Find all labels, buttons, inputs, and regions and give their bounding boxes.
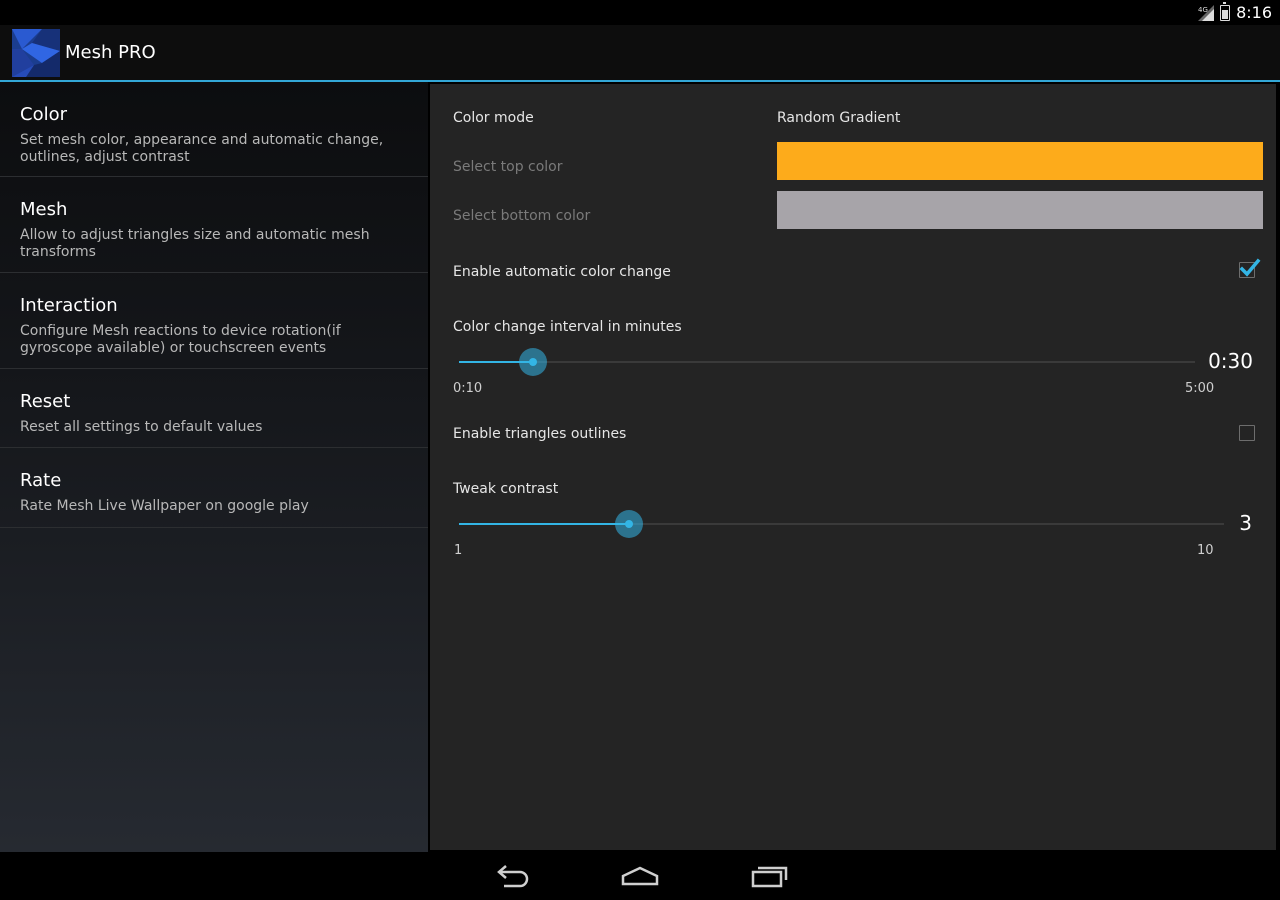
signal-icon: 4G (1198, 4, 1215, 21)
header-item-reset[interactable]: Reset Reset all settings to default valu… (0, 369, 428, 448)
home-icon[interactable] (620, 862, 660, 890)
action-bar: Mesh PRO (0, 25, 1280, 82)
bottom-color-label: Select bottom color (453, 208, 591, 224)
contrast-slider-thumb[interactable] (615, 510, 643, 538)
battery-icon (1220, 1, 1231, 21)
bottom-color-swatch[interactable] (777, 191, 1263, 229)
checkmark-icon (1239, 258, 1261, 277)
header-title: Reset (20, 391, 71, 412)
app-title: Mesh PRO (65, 42, 156, 63)
header-title: Interaction (20, 295, 118, 316)
app-logo-icon[interactable] (12, 29, 60, 77)
interval-min: 0:10 (453, 381, 483, 396)
interval-value: 0:30 (1208, 349, 1253, 373)
color-mode-value: Random Gradient (777, 110, 901, 126)
header-title: Color (20, 104, 67, 125)
contrast-label: Tweak contrast (453, 481, 559, 497)
contrast-min: 1 (454, 543, 463, 558)
navigation-bar (0, 852, 1280, 900)
top-color-label: Select top color (453, 159, 563, 175)
auto-color-change-label: Enable automatic color change (453, 264, 671, 280)
contrast-slider-fill (459, 523, 629, 525)
header-summary: Allow to adjust triangles size and autom… (20, 227, 370, 260)
interval-slider-thumb[interactable] (519, 348, 547, 376)
header-item-mesh[interactable]: Mesh Allow to adjust triangles size and … (0, 177, 428, 273)
status-bar: 4G 8:16 (0, 0, 1280, 25)
top-color-swatch[interactable] (777, 142, 1263, 180)
clock: 8:16 (1236, 3, 1272, 22)
network-type: 4G (1198, 6, 1208, 14)
interval-slider[interactable] (459, 348, 1195, 376)
outlines-checkbox[interactable] (1239, 425, 1255, 441)
color-mode-label: Color mode (453, 110, 534, 126)
contrast-max: 10 (1197, 543, 1214, 558)
header-title: Mesh (20, 199, 68, 220)
interval-label: Color change interval in minutes (453, 319, 682, 335)
recents-icon[interactable] (749, 862, 789, 890)
contrast-value: 3 (1239, 511, 1252, 535)
preference-headers-list: Color Set mesh color, appearance and aut… (0, 82, 428, 852)
header-summary: Reset all settings to default values (20, 419, 263, 435)
header-title: Rate (20, 470, 62, 491)
header-summary: Set mesh color, appearance and automatic… (20, 132, 384, 165)
auto-color-change-checkbox[interactable] (1239, 258, 1261, 278)
header-item-rate[interactable]: Rate Rate Mesh Live Wallpaper on google … (0, 448, 428, 528)
header-item-color[interactable]: Color Set mesh color, appearance and aut… (0, 82, 428, 177)
contrast-slider[interactable] (459, 510, 1224, 538)
back-icon[interactable] (492, 862, 532, 890)
header-summary: Rate Mesh Live Wallpaper on google play (20, 498, 309, 514)
header-summary: Configure Mesh reactions to device rotat… (20, 323, 341, 356)
color-preferences-panel: Color mode Random Gradient Select top co… (430, 84, 1276, 850)
status-icons: 4G 8:16 (1198, 1, 1272, 23)
outlines-label: Enable triangles outlines (453, 426, 627, 442)
interval-max: 5:00 (1185, 381, 1215, 396)
header-item-interaction[interactable]: Interaction Configure Mesh reactions to … (0, 273, 428, 369)
